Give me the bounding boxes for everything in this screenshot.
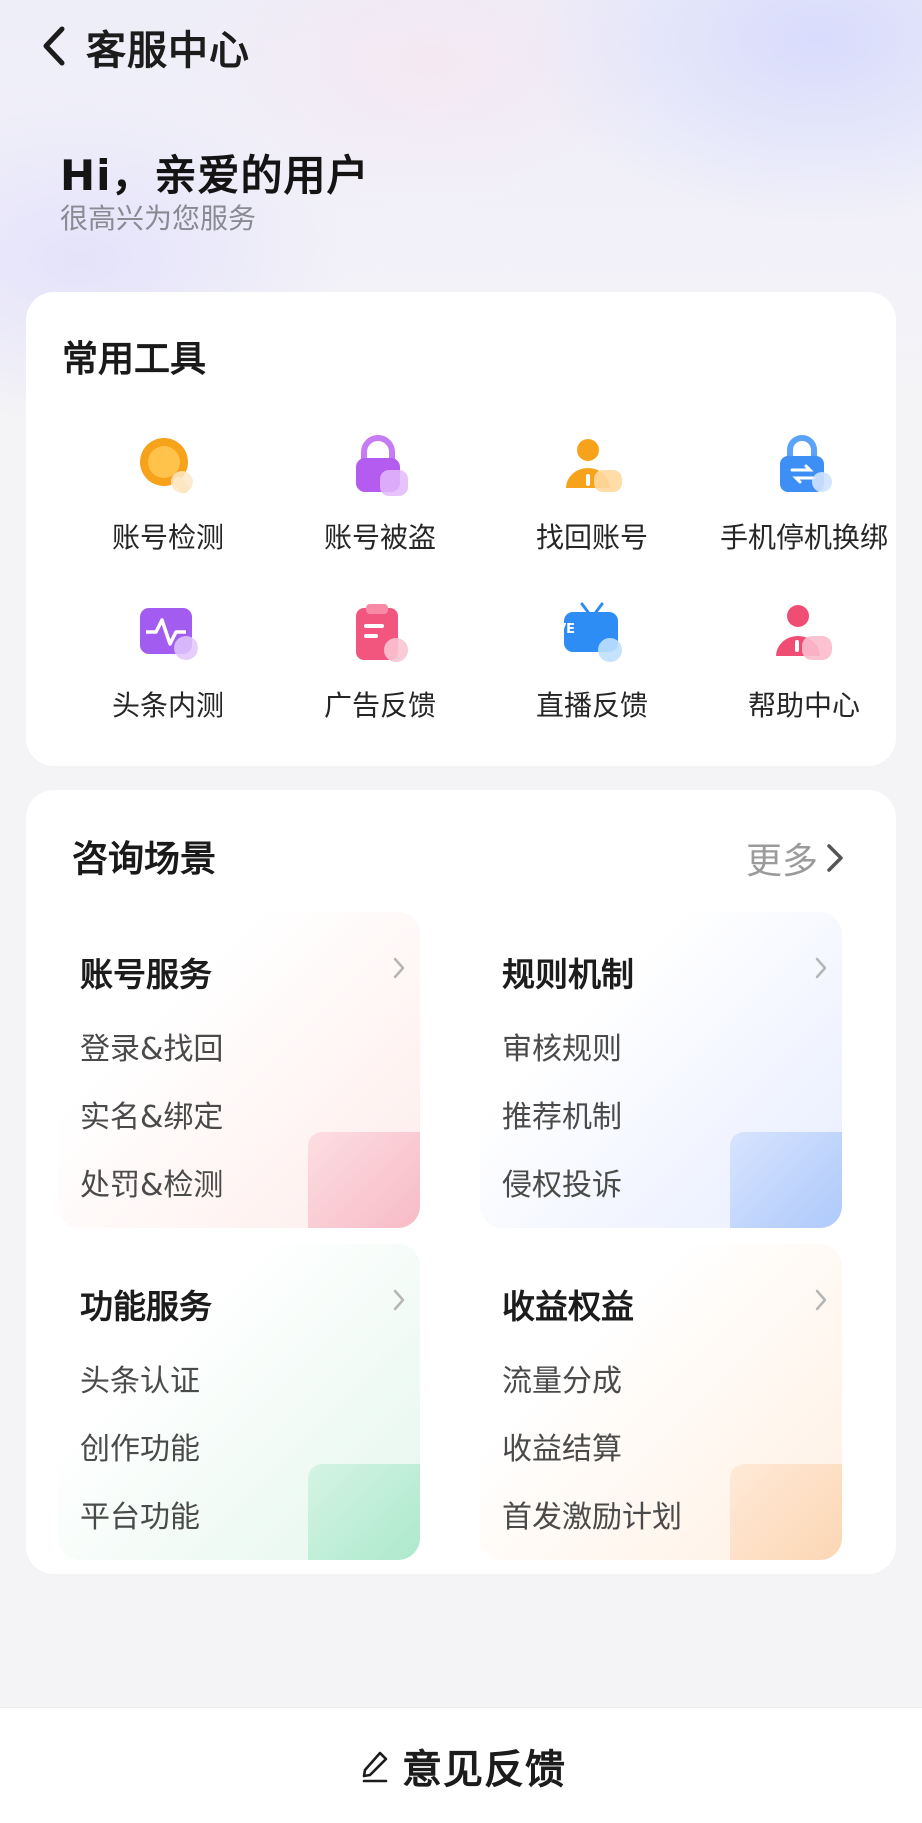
help-center-icon	[776, 605, 832, 660]
scene-title: 账号服务	[80, 955, 212, 994]
common-tools-card: 常用工具 账号检测 账号被盗 找回账号 手机停机换绑 头条内测 广告反馈 直播反…	[26, 292, 896, 766]
scene-item-link[interactable]: 收益结算	[502, 1424, 622, 1468]
tool-help-center[interactable]: 帮助中心	[704, 598, 904, 738]
user-recover-icon	[566, 439, 622, 492]
tool-account-stolen[interactable]: 账号被盗	[280, 430, 480, 570]
tool-label: 帮助中心	[747, 689, 860, 722]
tool-live-feedback[interactable]: 直播反馈	[492, 598, 692, 738]
phone-rebind-icon	[780, 435, 832, 492]
lock-icon	[356, 435, 408, 496]
scene-earnings[interactable]: 收益权益 流量分成 收益结算 首发激励计划	[480, 1244, 842, 1560]
tool-account-check[interactable]: 账号检测	[68, 430, 268, 570]
tool-beta-test[interactable]: 头条内测	[68, 598, 268, 738]
chevron-left-icon	[43, 26, 65, 66]
tool-label: 广告反馈	[323, 689, 436, 722]
more-link[interactable]: 更多	[746, 832, 846, 884]
tool-label: 账号检测	[111, 521, 224, 554]
scene-decoration	[730, 1464, 842, 1560]
tool-recover-account[interactable]: 找回账号	[492, 430, 692, 570]
scene-item-link[interactable]: 流量分成	[502, 1356, 622, 1400]
live-badge: LIVE	[542, 622, 576, 637]
scene-decoration	[308, 1464, 420, 1560]
tool-label: 直播反馈	[535, 689, 648, 722]
feedback-button[interactable]: 意见反馈	[360, 1736, 566, 1796]
page-title: 客服中心	[86, 28, 250, 74]
scene-account-service[interactable]: 账号服务 登录&找回 实名&绑定 处罚&检测	[58, 912, 420, 1228]
bottom-bar: 意见反馈	[0, 1707, 922, 1823]
back-button[interactable]	[34, 24, 74, 68]
scene-item-link[interactable]: 侵权投诉	[502, 1160, 622, 1204]
chevron-right-icon	[815, 1289, 827, 1311]
chevron-right-icon	[827, 844, 843, 872]
consult-title: 咨询场景	[72, 839, 217, 880]
scene-item-link[interactable]: 创作功能	[80, 1424, 200, 1468]
scene-decoration	[308, 1132, 420, 1228]
scene-title: 规则机制	[502, 955, 634, 994]
tool-ad-feedback[interactable]: 广告反馈	[280, 598, 480, 738]
scene-item-link[interactable]: 处罚&检测	[80, 1160, 223, 1204]
tool-label: 找回账号	[535, 521, 648, 554]
scene-rules[interactable]: 规则机制 审核规则 推荐机制 侵权投诉	[480, 912, 842, 1228]
greeting-title: Hi，亲爱的用户	[60, 151, 370, 200]
scene-title: 功能服务	[80, 1287, 212, 1326]
scene-item-link[interactable]: 首发激励计划	[502, 1492, 682, 1536]
scene-feature-service[interactable]: 功能服务 头条认证 创作功能 平台功能	[58, 1244, 420, 1560]
scene-item-link[interactable]: 登录&找回	[80, 1024, 223, 1068]
scene-item-link[interactable]: 推荐机制	[502, 1092, 622, 1136]
nav-bar: 客服中心	[0, 0, 922, 90]
chevron-right-icon	[393, 1289, 405, 1311]
consult-scenes-card: 咨询场景 更多 账号服务 登录&找回 实名&绑定 处罚&检测 规则机制 审核规则…	[26, 790, 896, 1574]
account-check-icon	[140, 438, 193, 494]
tools-title: 常用工具	[62, 339, 207, 380]
ad-feedback-icon	[356, 604, 408, 662]
tool-label: 头条内测	[111, 689, 224, 722]
scene-item-link[interactable]: 平台功能	[80, 1492, 200, 1536]
tool-label: 手机停机换绑	[719, 521, 888, 554]
scene-item-link[interactable]: 头条认证	[80, 1356, 200, 1400]
more-label: 更多	[745, 841, 818, 882]
greeting-subtitle: 很高兴为您服务	[60, 202, 257, 235]
beta-test-icon	[140, 608, 198, 660]
chevron-right-icon	[393, 957, 405, 979]
pencil-icon	[362, 1751, 388, 1783]
scene-decoration	[730, 1132, 842, 1228]
chevron-right-icon	[815, 957, 827, 979]
scene-item-link[interactable]: 审核规则	[502, 1024, 622, 1068]
tool-label: 账号被盗	[323, 521, 436, 554]
feedback-label: 意见反馈	[402, 1747, 566, 1793]
tool-phone-rebind[interactable]: 手机停机换绑	[704, 430, 904, 570]
scene-title: 收益权益	[502, 1287, 634, 1326]
scene-item-link[interactable]: 实名&绑定	[80, 1092, 223, 1136]
